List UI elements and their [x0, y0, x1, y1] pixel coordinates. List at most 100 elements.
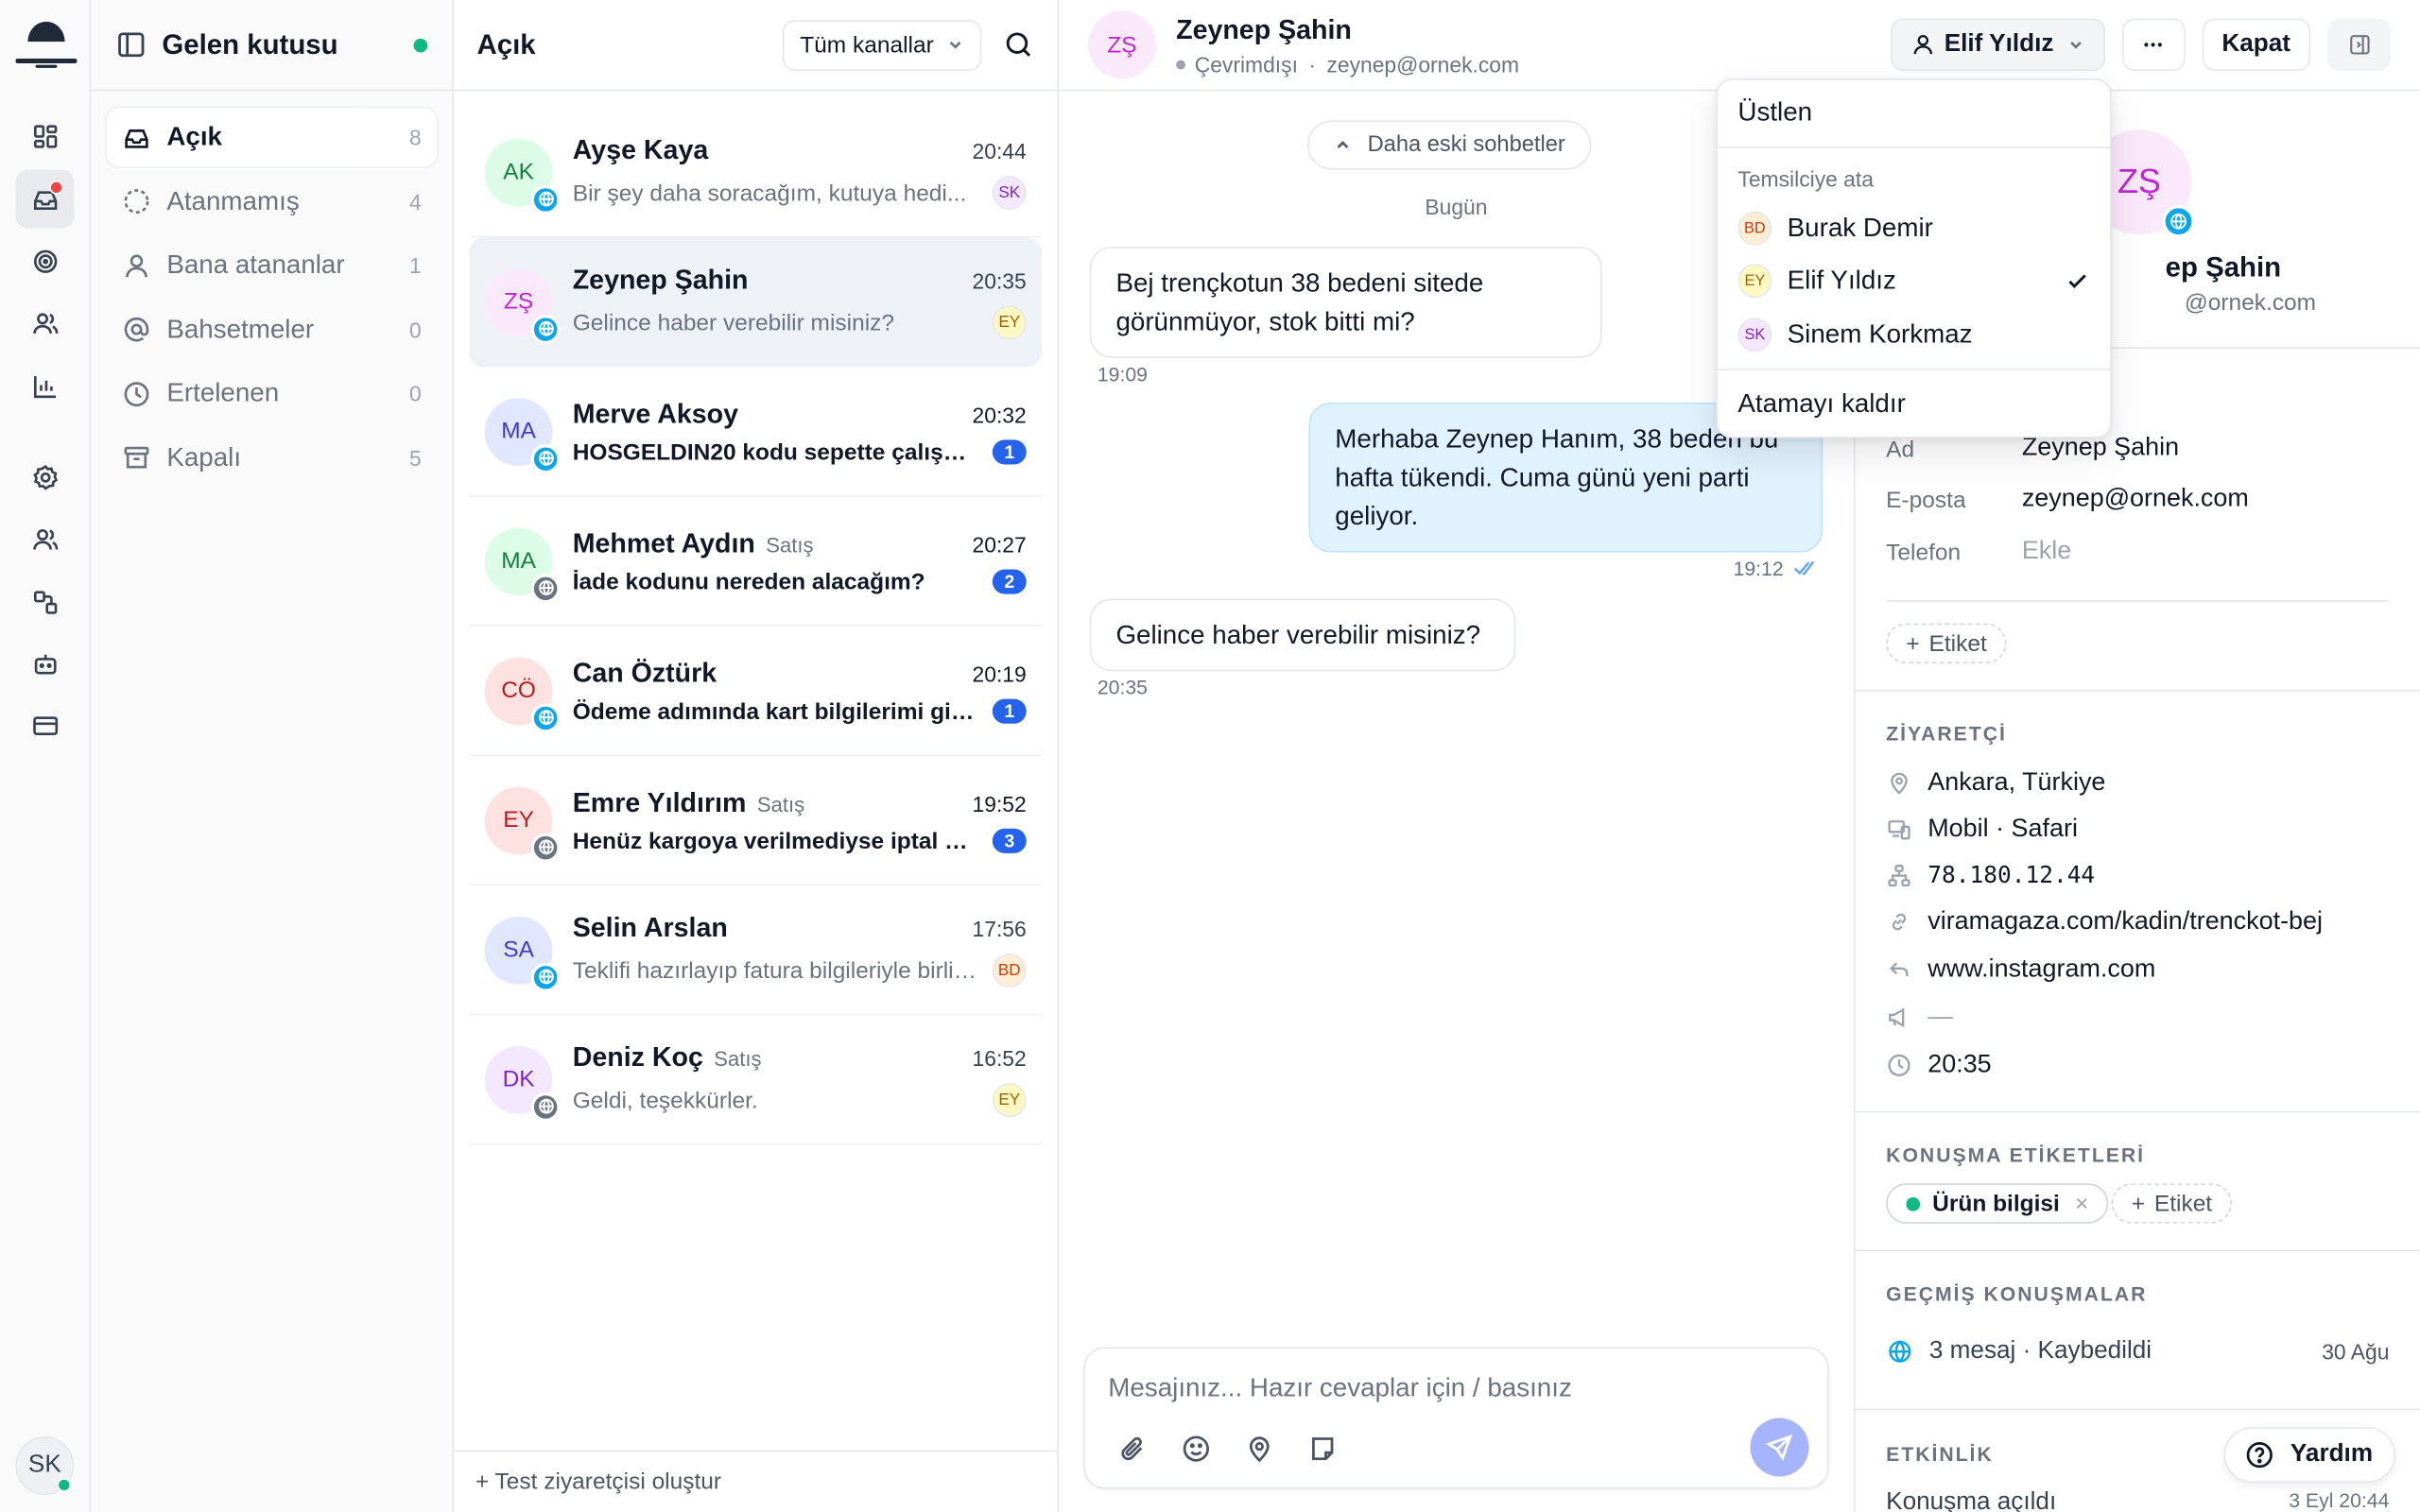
target-icon[interactable] [15, 232, 74, 290]
add-contact-tag-button[interactable]: + Etiket [1886, 623, 2007, 664]
older-label: Daha eski sohbetler [1367, 132, 1565, 158]
labels-section-title: KONUŞMA ETİKETLERİ [1886, 1143, 2146, 1167]
menu-item-unassign[interactable]: Atamayı kaldır [1718, 378, 2110, 431]
search-icon[interactable] [1003, 29, 1034, 60]
conversation-item[interactable]: EY Emre Yıldırım Satış 19:52 Henüz kargoya v… [469, 756, 1043, 886]
conversation-name: Ayşe Kaya [572, 134, 709, 165]
channel-globe-icon [530, 314, 561, 344]
assignee-name: Elif Yıldız [1944, 30, 2054, 58]
create-test-visitor-link[interactable]: + Test ziyaretçisi oluştur [454, 1450, 1058, 1512]
inbox-sidebar: Gelen kutusu Açık 8 Atanmamış 4 Bana ata… [91, 0, 455, 1512]
map-pin-icon [1891, 772, 1908, 795]
inbox-header: Gelen kutusu [91, 0, 453, 92]
conversation-item[interactable]: ZŞ Zeynep Şahin 20:35 Gelince haber verebil… [469, 237, 1043, 368]
channel-globe-icon [530, 702, 561, 732]
message-time-outgoing: 19:12 [1734, 557, 1818, 580]
history-item[interactable]: 3 mesaj · Kaybedildi 30 Ağu [1886, 1338, 2389, 1366]
conversation-name: Mehmet Aydın [572, 526, 755, 558]
devices-icon [1888, 820, 1910, 840]
conversation-time: 17:56 [972, 916, 1027, 941]
nav-item-closed[interactable]: Kapalı 5 [107, 428, 437, 487]
nav-label: Ertelenen [166, 378, 280, 408]
message-input[interactable]: Mesajınız... Hazır cevaplar için / basın… [1108, 1373, 1572, 1404]
conversation-item[interactable]: MA Mehmet Aydın Satış 20:27 İade kodunu nere… [469, 497, 1043, 627]
chevron-up-icon [1337, 141, 1349, 148]
reports-icon[interactable] [15, 356, 74, 415]
toggle-details-panel-button[interactable] [2327, 18, 2392, 72]
connection-status-dot [413, 38, 428, 52]
menu-item-take-over[interactable]: Üstlen [1718, 86, 2110, 139]
nav-item-assigned-to-me[interactable]: Bana atananlar 1 [107, 236, 437, 295]
conversation-preview: Bir şey daha soracağım, kutuya hedi... [572, 180, 967, 206]
more-options-button[interactable] [2121, 18, 2186, 72]
add-phone-button[interactable]: Ekle [2022, 537, 2071, 566]
dashboard-icon[interactable] [15, 107, 74, 165]
plus-icon: + [2131, 1190, 2146, 1217]
note-icon[interactable] [1305, 1432, 1340, 1466]
settings-icon[interactable] [15, 447, 74, 506]
emoji-icon[interactable] [1179, 1432, 1213, 1466]
contacts-icon[interactable] [15, 293, 74, 352]
conversation-preview: Teklifi hazırlayıp fatura bilgileriyle b… [572, 957, 980, 984]
nav-label: Bahsetmeler [166, 314, 315, 344]
at-sign-icon [124, 317, 149, 342]
nav-label: Bana atananlar [166, 249, 345, 280]
user-icon [1913, 35, 1932, 55]
link-icon [1892, 913, 1907, 931]
field-value-email[interactable]: zeynep@ornek.com [2022, 485, 2249, 514]
close-conversation-button[interactable]: Kapat [2202, 18, 2311, 72]
visitor-page[interactable]: viramagaza.com/kadin/trenckot-bej [1886, 907, 2323, 936]
archive-icon [124, 446, 149, 469]
assignee-avatar: EY [992, 1083, 1027, 1118]
channel-filter-select[interactable]: Tüm kanallar [783, 19, 982, 71]
help-button[interactable]: Yardım [2223, 1427, 2396, 1484]
conversation-preview: Henüz kargoya verilmediyse iptal olur mu… [572, 827, 980, 854]
user-avatar[interactable]: SK [15, 1436, 75, 1496]
conversation-item[interactable]: AK Ayşe Kaya 20:44 Bir şey daha soracağım, … [469, 108, 1043, 238]
billing-icon[interactable] [15, 696, 74, 754]
attachment-icon[interactable] [1115, 1432, 1150, 1466]
inbox-icon[interactable] [15, 169, 75, 229]
assign-dropdown-menu: Üstlen Temsilciye ata BD Burak Demir EY … [1716, 78, 2112, 438]
contact-status: Çevrimdışı [1194, 51, 1298, 77]
agent-avatar: SK [1737, 318, 1772, 352]
nav-item-snoozed[interactable]: Ertelenen 0 [107, 364, 437, 422]
assignee-button[interactable]: Elif Yıldız [1890, 18, 2105, 72]
integrations-icon[interactable] [15, 573, 74, 631]
conversation-time: 20:32 [972, 402, 1027, 427]
conversation-time: 19:52 [972, 790, 1027, 816]
conversation-name: Deniz Koç [572, 1041, 703, 1073]
conversation-time: 20:27 [972, 531, 1027, 557]
question-circle-icon [2246, 1442, 2273, 1469]
older-conversations-button[interactable]: Daha eski sohbetler [1306, 120, 1592, 170]
team-icon[interactable] [15, 509, 74, 568]
message-composer: Mesajınız... Hazır cevaplar için / basın… [1083, 1347, 1829, 1489]
send-button[interactable] [1750, 1418, 1809, 1477]
conversation-item[interactable]: SA Selin Arslan 17:56 Teklifi hazırlayıp fa… [469, 885, 1043, 1016]
notification-dot [49, 180, 63, 195]
menu-item-agent[interactable]: SK Sinem Korkmaz [1718, 309, 2110, 362]
bot-icon[interactable] [15, 634, 74, 693]
location-icon[interactable] [1242, 1432, 1276, 1466]
brand-logo[interactable] [15, 19, 78, 72]
nav-item-open[interactable]: Açık 8 [106, 108, 438, 167]
nav-item-unassigned[interactable]: Atanmamış 4 [107, 172, 437, 231]
conversation-preview: İade kodunu nereden alacağım? [572, 568, 925, 595]
nav-item-mentions[interactable]: Bahsetmeler 0 [107, 301, 437, 359]
menu-item-agent[interactable]: BD Burak Demir [1718, 202, 2110, 255]
visitor-referrer[interactable]: www.instagram.com [1886, 955, 2155, 985]
remove-label-icon[interactable]: × [2075, 1191, 2088, 1217]
add-conversation-label-button[interactable]: + Etiket [2111, 1183, 2233, 1224]
conversation-item[interactable]: CÖ Can Öztürk 20:19 Ödeme adımında kart bil… [469, 627, 1043, 757]
conversation-item[interactable]: DK Deniz Koç Satış 16:52 Geldi, teşekkürler.… [469, 1015, 1043, 1145]
conversation-avatar: DK [484, 1045, 561, 1122]
assignee-avatar: EY [992, 305, 1027, 340]
conversation-label-chip[interactable]: Ürün bilgisi × [1886, 1183, 2109, 1224]
visitor-ip: 78.180.12.44 [1886, 861, 2095, 888]
sidebar-toggle-icon[interactable] [115, 29, 147, 60]
clock-icon [1888, 1054, 1910, 1076]
conversation-team-tag: Satış [714, 1047, 762, 1072]
menu-item-agent-selected[interactable]: EY Elif Yıldız [1718, 254, 2110, 307]
field-label-phone: Telefon [1886, 540, 1962, 567]
conversation-item[interactable]: MA Merve Aksoy 20:32 HOSGELDIN20 kodu sepet… [469, 368, 1043, 497]
